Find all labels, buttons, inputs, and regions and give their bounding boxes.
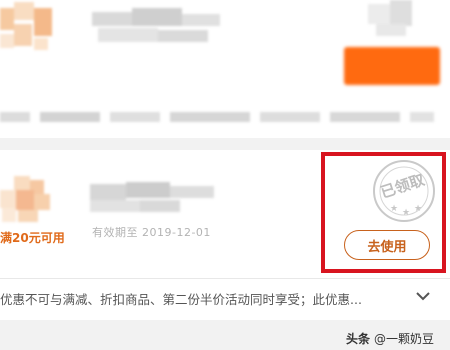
coupon-condition: 满20元可用 xyxy=(0,231,65,245)
coupon-thumb-blurred xyxy=(368,0,418,40)
svg-text:★: ★ xyxy=(390,204,398,214)
coupon-card-top xyxy=(0,0,450,138)
coupon-description: 优惠不可与满减、折扣商品、第二份半价活动同时享受；此优惠... xyxy=(0,292,362,307)
coupon-action-button-blurred[interactable] xyxy=(344,47,440,85)
coupon-expiry: 有效期至 2019-12-01 xyxy=(92,226,211,239)
watermark-platform: 头条 xyxy=(346,332,371,346)
coupon-logo-blurred xyxy=(0,176,60,228)
coupon-title-blurred xyxy=(90,182,220,216)
coupon-title-blurred xyxy=(92,8,222,48)
coupon-logo-blurred xyxy=(0,0,60,70)
stamp-icon: 已领取 ★ ★ ★ xyxy=(373,160,435,222)
svg-text:★: ★ xyxy=(414,204,422,214)
use-coupon-button[interactable]: 去使用 xyxy=(344,230,430,260)
watermark-author: @一颗奶豆 xyxy=(374,332,435,346)
chevron-down-icon[interactable] xyxy=(414,288,432,304)
coupon-desc-blurred xyxy=(0,112,440,124)
svg-text:★: ★ xyxy=(402,208,410,218)
watermark: 头条 @一颗奶豆 xyxy=(346,330,434,347)
divider xyxy=(0,278,450,279)
